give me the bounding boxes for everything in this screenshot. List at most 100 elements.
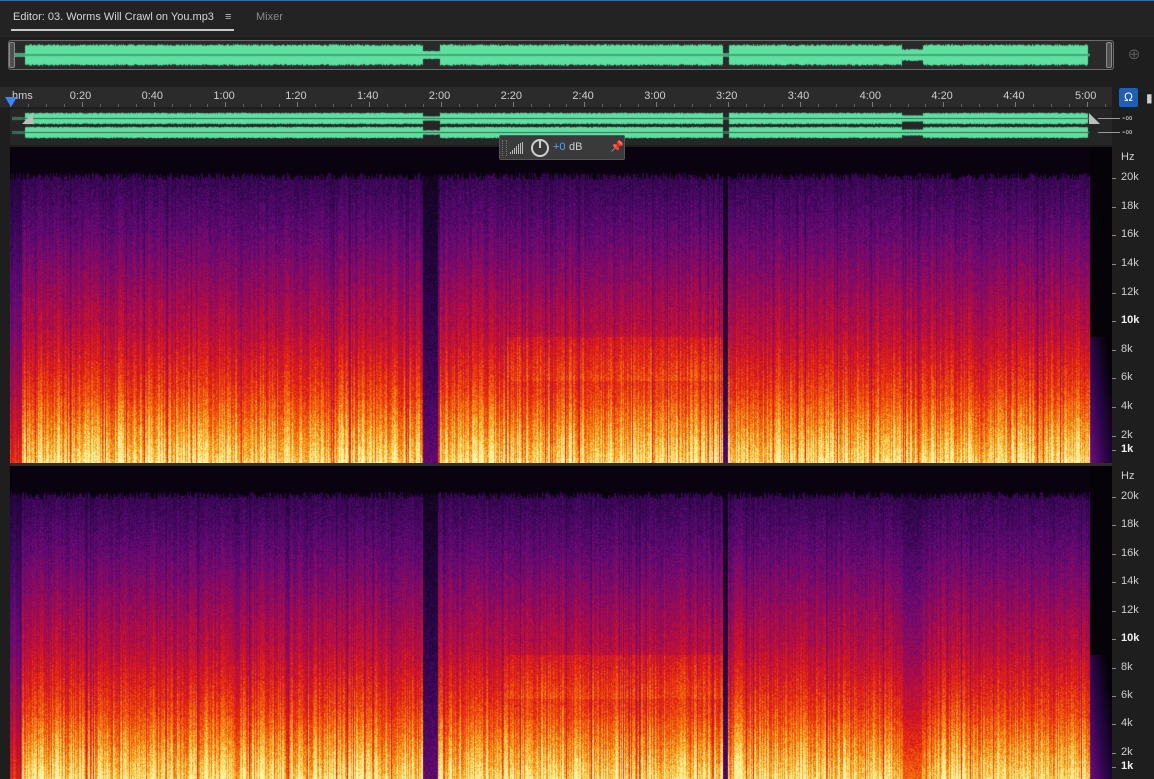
tab-editor[interactable]: Editor: 03. Worms Will Crawl on You.mp3 [13, 11, 214, 23]
hz-tick [1112, 235, 1116, 236]
ruler-tick-label: 5:00 [1075, 90, 1097, 102]
ruler-tick [369, 102, 370, 107]
ruler-tick [925, 104, 926, 107]
ruler-tick [82, 102, 83, 107]
overview-left-handle[interactable] [9, 42, 15, 68]
hz-tick [1112, 724, 1116, 725]
volume-knob-icon[interactable] [531, 139, 549, 157]
zoom-icon[interactable]: ⊕ [1125, 46, 1143, 64]
ruler-tick [1105, 104, 1106, 107]
hz-tick [1112, 497, 1116, 498]
hz-tick [1112, 611, 1116, 612]
hz-label: 12k [1121, 286, 1139, 298]
hz-tick [1112, 264, 1116, 265]
ruler-tick [1087, 102, 1088, 107]
ruler-tick [297, 102, 298, 107]
ruler-tick [890, 104, 891, 107]
ruler-tick [908, 104, 909, 107]
hz-unit-label: Hz [1121, 470, 1135, 482]
ruler-tick [279, 104, 280, 107]
ruler-tick [1069, 104, 1070, 107]
hz-tick [1112, 753, 1116, 754]
ruler-tick-label: 2:20 [500, 90, 523, 102]
hz-tick [1112, 450, 1116, 451]
ruler-tick-label: 4:40 [1003, 90, 1025, 102]
spectrogram-channel-2[interactable] [10, 466, 1112, 779]
ruler-tick [387, 104, 388, 107]
overview-right-handle[interactable] [1106, 42, 1112, 68]
ruler-tick [943, 102, 944, 107]
ruler-tick [961, 104, 962, 107]
headphones-snap-icon[interactable]: Ω [1119, 88, 1138, 107]
ruler-tick-label: 1:20 [285, 90, 307, 102]
hz-label: 20k [1121, 490, 1139, 502]
ruler-tick-label: 3:40 [787, 90, 810, 102]
ruler-tick-label: 1:40 [357, 90, 379, 102]
ruler-tick [405, 104, 406, 107]
hz-label: 2k [1121, 429, 1133, 441]
playhead-marker[interactable] [5, 97, 17, 107]
spectrogram-channel-1[interactable] [10, 147, 1112, 463]
audition-editor-window: Editor: 03. Worms Will Crawl on You.mp3 … [0, 0, 1154, 779]
hz-tick [1112, 293, 1116, 294]
ruler-tick [818, 104, 819, 107]
hud-volume-unit: dB [569, 141, 583, 153]
ruler-tick-label: 3:00 [644, 90, 666, 102]
ruler-tick [531, 104, 532, 107]
hz-tick [1112, 696, 1116, 697]
ruler-tick [979, 104, 980, 107]
hud-volume-value[interactable]: +0 [553, 141, 566, 153]
hz-label: 2k [1121, 746, 1133, 758]
ruler-tick [172, 104, 173, 107]
frequency-scale-channel-2: Hz 20k 18k 16k 14k 12k 10k 8k 6k 4k 2k 1k [1112, 466, 1154, 779]
ruler-tick [64, 104, 65, 107]
hz-label: 8k [1121, 343, 1133, 355]
tab-mixer[interactable]: Mixer [256, 11, 283, 23]
ruler-tick [782, 104, 783, 107]
ruler-tick [225, 102, 226, 107]
ruler-tick [495, 104, 496, 107]
pin-icon[interactable]: 📌 [610, 140, 624, 154]
ruler-tick [1033, 104, 1034, 107]
ruler-tick-label: 1:00 [213, 90, 235, 102]
ruler-tick-label: 0:20 [69, 90, 92, 102]
overview-waveform[interactable] [12, 43, 1090, 67]
time-ruler[interactable]: hms 0:20 0:40 1:00 1:20 1:40 2:00 2:20 2:40 3:00… [0, 87, 1124, 107]
hz-unit-label: Hz [1121, 151, 1135, 163]
hz-label: 6k [1121, 371, 1133, 383]
hz-tick [1112, 207, 1116, 208]
ruler-tick-label: 2:00 [428, 90, 451, 102]
frequency-scale-channel-1: Hz 20k 18k 16k 14k 12k 10k 8k 6k 4k 2k 1k [1112, 147, 1154, 463]
level-line-channel-2 [1098, 132, 1120, 133]
hz-label: 4k [1121, 400, 1133, 412]
hz-tick [1112, 525, 1116, 526]
hud-grip[interactable] [502, 140, 507, 156]
ruler-tick [243, 104, 244, 107]
ruler-tick [764, 104, 765, 107]
ruler-tick [656, 102, 657, 107]
ruler-tick [746, 104, 747, 107]
hz-tick [1112, 436, 1116, 437]
hz-label: 18k [1121, 200, 1139, 212]
hz-label: 8k [1121, 661, 1133, 673]
level-meter-icon [510, 142, 526, 154]
hz-label: 20k [1121, 171, 1139, 183]
hz-tick [1112, 554, 1116, 555]
ruler-tick [1051, 104, 1052, 107]
hz-tick [1112, 178, 1116, 179]
ruler-tick [423, 104, 424, 107]
ruler-tick [441, 102, 442, 107]
ruler-tick [584, 102, 585, 107]
level-readout-channel-2: -∞ [1122, 127, 1133, 138]
level-line-channel-1 [1098, 118, 1120, 119]
marker-icon[interactable]: ▮ [1146, 89, 1154, 107]
hz-tick [1112, 668, 1116, 669]
ruler-tick [728, 102, 729, 107]
ruler-tick [100, 104, 101, 107]
active-tab-indicator [11, 29, 234, 31]
ruler-tick [872, 102, 873, 107]
waveform-channel-1[interactable] [12, 112, 1090, 125]
amplitude-hud[interactable]: +0 dB 📌 [499, 135, 625, 160]
panel-menu-icon[interactable]: ≡ [225, 11, 231, 23]
hz-tick [1112, 582, 1116, 583]
